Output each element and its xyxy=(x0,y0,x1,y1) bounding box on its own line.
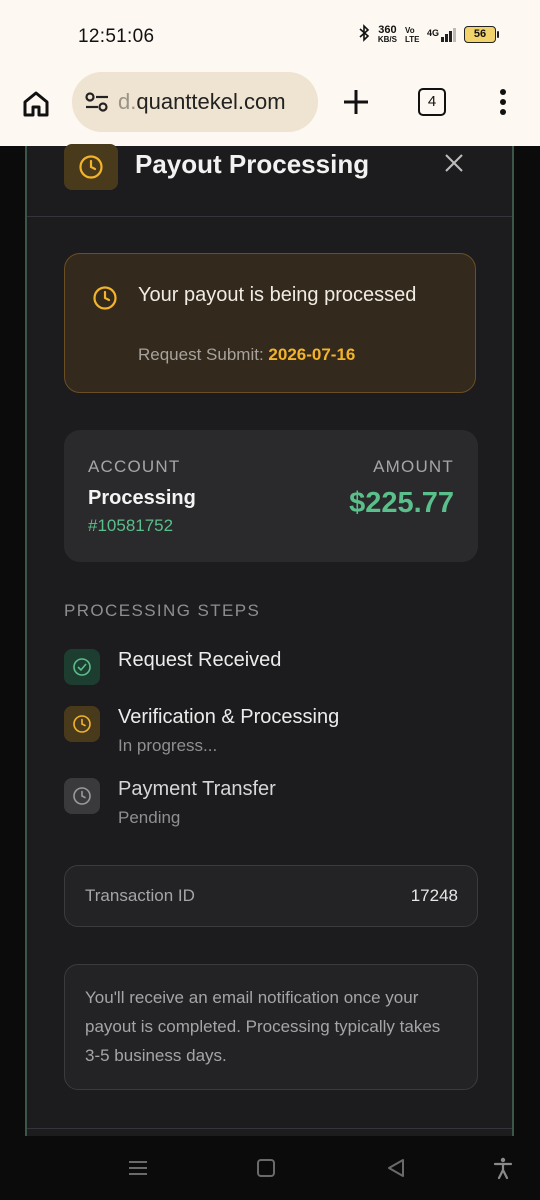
tab-switcher-button[interactable]: 4 xyxy=(418,88,446,116)
network-speed: 360 KB/S xyxy=(377,23,397,44)
more-menu-icon[interactable] xyxy=(496,86,510,118)
divider xyxy=(27,1128,512,1129)
step-verification: Verification & Processing In progress... xyxy=(64,706,484,766)
check-circle-icon xyxy=(64,649,100,685)
home-button[interactable] xyxy=(20,88,52,120)
home-nav-icon[interactable] xyxy=(254,1156,278,1180)
transaction-id-label: Transaction ID xyxy=(85,886,195,905)
browser-toolbar: d.quanttekel.com 4 xyxy=(0,72,540,146)
processing-alert: Your payout is being processed Request S… xyxy=(64,253,476,393)
transaction-id-row: Transaction ID 17248 xyxy=(64,865,478,927)
account-name: Processing xyxy=(88,487,196,509)
recents-icon[interactable] xyxy=(126,1156,150,1180)
amount-label: AMOUNT xyxy=(373,457,454,476)
address-bar[interactable]: d.quanttekel.com xyxy=(72,72,318,132)
bluetooth-icon xyxy=(358,24,370,45)
modal-header: Payout Processing xyxy=(27,144,512,217)
account-label: ACCOUNT xyxy=(88,457,181,476)
step-request-received: Request Received xyxy=(64,649,484,709)
info-note: You'll receive an email notification onc… xyxy=(64,964,478,1090)
step-title: Verification & Processing xyxy=(118,706,340,728)
url-text[interactable]: d.quanttekel.com xyxy=(118,89,308,115)
alert-title: Your payout is being processed xyxy=(138,284,417,306)
alert-subtitle: Request Submit: 2026-07-16 xyxy=(138,345,356,364)
plus-icon xyxy=(344,90,368,114)
step-payment-transfer: Payment Transfer Pending xyxy=(64,778,484,838)
new-tab-button[interactable] xyxy=(340,86,372,118)
clock-icon xyxy=(64,778,100,814)
status-time: 12:51:06 xyxy=(78,26,155,47)
clock-icon xyxy=(64,144,118,190)
clock-icon xyxy=(92,285,118,311)
accessibility-icon[interactable] xyxy=(491,1156,515,1180)
modal-title: Payout Processing xyxy=(135,149,370,179)
signal-icon: 4G xyxy=(427,27,456,42)
back-icon[interactable] xyxy=(384,1156,408,1180)
transaction-id-value: 17248 xyxy=(410,886,458,905)
request-date: 2026-07-16 xyxy=(268,345,356,364)
system-nav-bar xyxy=(0,1136,540,1200)
payout-modal: Payout Processing Your payout is being p… xyxy=(25,144,514,1136)
step-title: Request Received xyxy=(118,649,282,671)
step-title: Payment Transfer xyxy=(118,778,276,800)
clock-icon xyxy=(64,706,100,742)
status-icons: 360 KB/S Vo LTE 4G 56 xyxy=(358,23,499,45)
account-number: #10581752 xyxy=(88,516,174,535)
site-settings-icon[interactable] xyxy=(84,90,110,114)
home-icon xyxy=(23,91,49,117)
step-status: Pending xyxy=(118,808,181,827)
battery-icon: 56 xyxy=(464,26,499,43)
payout-amount: $225.77 xyxy=(349,487,454,519)
step-status: In progress... xyxy=(118,736,218,755)
status-bar: 12:51:06 360 KB/S Vo LTE 4G 56 xyxy=(0,0,540,72)
close-icon[interactable] xyxy=(443,152,465,174)
steps-heading: PROCESSING STEPS xyxy=(64,601,261,620)
info-note-text: You'll receive an email notification onc… xyxy=(85,988,441,1065)
volte-icon: Vo LTE xyxy=(404,25,420,44)
account-card: ACCOUNT AMOUNT Processing #10581752 $225… xyxy=(64,430,478,562)
